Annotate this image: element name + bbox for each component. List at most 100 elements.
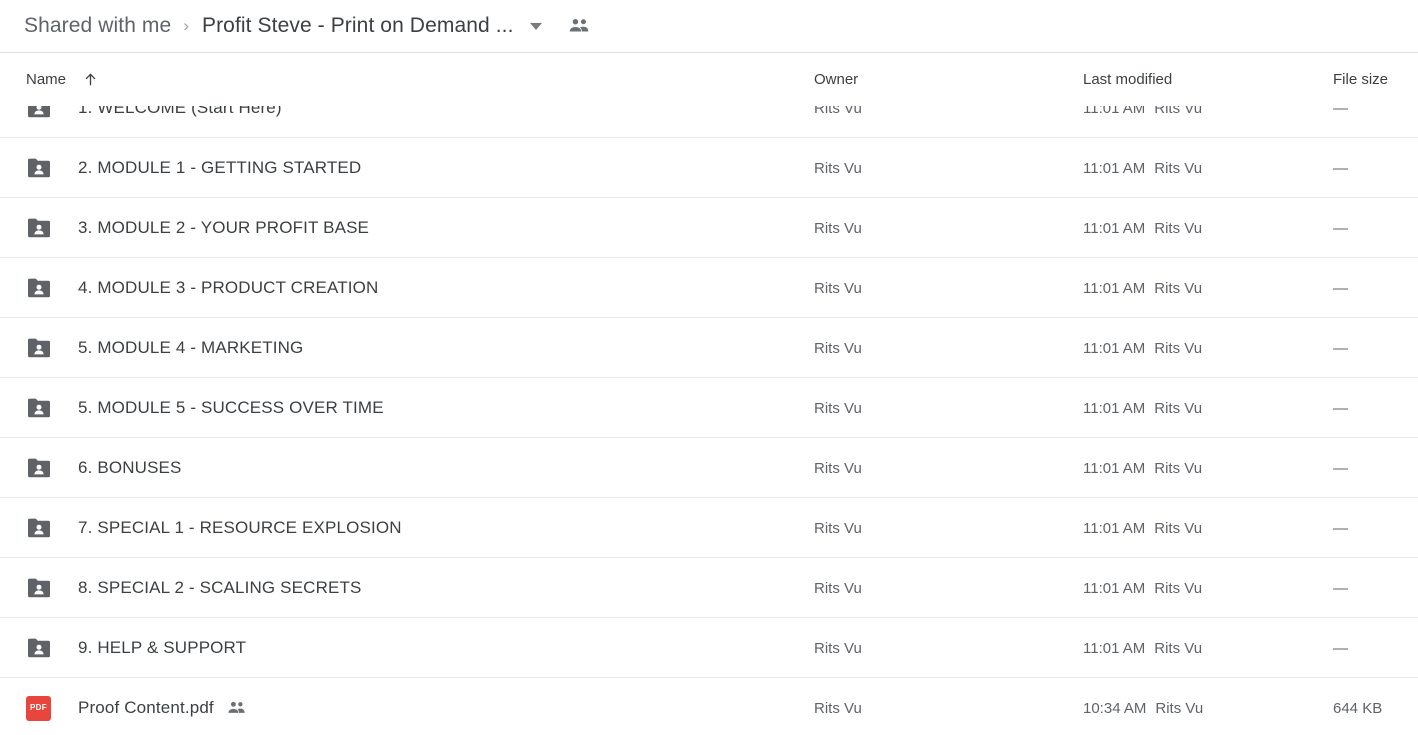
shared-folder-icon	[26, 157, 52, 179]
owner-label: Rits Vu	[814, 399, 862, 417]
owner-cell: Rits Vu	[814, 198, 862, 258]
file-size-label: —	[1333, 106, 1348, 117]
column-header-file-size-label: File size	[1333, 71, 1389, 88]
file-list-viewport[interactable]: 1. WELCOME (Start Here) Rits Vu 11:01 AM Ri…	[0, 106, 1418, 735]
last-modified-by: Rits Vu	[1154, 219, 1203, 237]
file-name-label: 8. SPECIAL 2 - SCALING SECRETS	[78, 578, 362, 597]
last-modified-cell: 11:01 AM Rits Vu	[1083, 558, 1202, 618]
people-shared-icon[interactable]	[568, 18, 590, 34]
shared-folder-icon	[26, 457, 52, 479]
last-modified-time: 11:01 AM	[1083, 399, 1146, 417]
owner-label: Rits Vu	[814, 339, 862, 357]
column-header-last-modified[interactable]: Last modified	[1083, 53, 1172, 106]
last-modified-cell: 11:01 AM Rits Vu	[1083, 318, 1202, 378]
owner-label: Rits Vu	[814, 579, 862, 597]
shared-folder-icon	[26, 337, 52, 359]
owner-cell: Rits Vu	[814, 618, 862, 678]
file-size-cell: —	[1333, 258, 1348, 318]
file-name-cell[interactable]: 3. MODULE 2 - YOUR PROFIT BASE	[78, 198, 369, 258]
file-type-icon	[26, 258, 52, 318]
table-row[interactable]: 4. MODULE 3 - PRODUCT CREATION Rits Vu 11:…	[0, 258, 1418, 318]
owner-cell: Rits Vu	[814, 318, 862, 378]
file-type-icon: PDF	[26, 678, 51, 735]
last-modified-cell: 11:01 AM Rits Vu	[1083, 138, 1202, 198]
file-size-cell: —	[1333, 198, 1348, 258]
file-name-cell[interactable]: 2. MODULE 1 - GETTING STARTED	[78, 138, 361, 198]
last-modified-time: 11:01 AM	[1083, 519, 1146, 537]
column-header-owner-label: Owner	[814, 71, 859, 88]
last-modified-time: 11:01 AM	[1083, 339, 1146, 357]
breadcrumb-current-folder[interactable]: Profit Steve - Print on Demand ...	[202, 14, 514, 38]
file-type-icon	[26, 618, 52, 678]
pdf-file-icon: PDF	[26, 695, 51, 721]
owner-cell: Rits Vu	[814, 258, 862, 318]
last-modified-by: Rits Vu	[1154, 159, 1203, 177]
shared-folder-icon	[26, 517, 52, 539]
file-list: 1. WELCOME (Start Here) Rits Vu 11:01 AM Ri…	[0, 106, 1418, 735]
file-type-icon	[26, 138, 52, 198]
column-header-last-modified-label: Last modified	[1083, 71, 1173, 88]
last-modified-cell: 11:01 AM Rits Vu	[1083, 198, 1202, 258]
last-modified-cell: 11:01 AM Rits Vu	[1083, 258, 1202, 318]
file-size-cell: —	[1333, 318, 1348, 378]
breadcrumb-root-link[interactable]: Shared with me	[24, 14, 171, 38]
column-header-file-size[interactable]: File size	[1333, 53, 1388, 106]
file-size-label: —	[1333, 399, 1348, 417]
file-name-cell[interactable]: 6. BONUSES	[78, 438, 182, 498]
table-row[interactable]: 2. MODULE 1 - GETTING STARTED Rits Vu 11:0…	[0, 138, 1418, 198]
last-modified-time: 11:01 AM	[1083, 106, 1146, 117]
file-name-cell[interactable]: 9. HELP & SUPPORT	[78, 618, 246, 678]
last-modified-by: Rits Vu	[1155, 699, 1204, 717]
column-header-row: Name Owner Last modified File size	[0, 53, 1418, 106]
file-name-cell[interactable]: 7. SPECIAL 1 - RESOURCE EXPLOSION	[78, 498, 402, 558]
file-name-label: 5. MODULE 5 - SUCCESS OVER TIME	[78, 398, 384, 417]
owner-cell: Rits Vu	[814, 106, 862, 138]
chevron-down-icon[interactable]	[529, 22, 542, 30]
file-name-cell[interactable]: 5. MODULE 4 - MARKETING	[78, 318, 303, 378]
last-modified-time: 11:01 AM	[1083, 219, 1146, 237]
table-row[interactable]: 3. MODULE 2 - YOUR PROFIT BASE Rits Vu 11:…	[0, 198, 1418, 258]
table-row[interactable]: 8. SPECIAL 2 - SCALING SECRETS Rits Vu 11:…	[0, 558, 1418, 618]
owner-cell: Rits Vu	[814, 678, 862, 735]
last-modified-by: Rits Vu	[1154, 519, 1203, 537]
file-type-icon	[26, 378, 52, 438]
column-header-owner[interactable]: Owner	[814, 53, 858, 106]
last-modified-time: 11:01 AM	[1083, 579, 1146, 597]
file-type-icon	[26, 198, 52, 258]
table-row[interactable]: 7. SPECIAL 1 - RESOURCE EXPLOSION Rits Vu…	[0, 498, 1418, 558]
breadcrumb-separator-icon: ›	[183, 15, 189, 35]
column-header-name[interactable]: Name	[26, 53, 98, 106]
last-modified-cell: 11:01 AM Rits Vu	[1083, 438, 1202, 498]
table-row[interactable]: 5. MODULE 4 - MARKETING Rits Vu 11:01 AM Ri…	[0, 318, 1418, 378]
last-modified-by: Rits Vu	[1154, 579, 1203, 597]
file-size-cell: —	[1333, 438, 1348, 498]
last-modified-by: Rits Vu	[1154, 459, 1203, 477]
table-row[interactable]: 6. BONUSES Rits Vu 11:01 AM Rits Vu —	[0, 438, 1418, 498]
file-size-cell: —	[1333, 558, 1348, 618]
file-size-label: —	[1333, 339, 1348, 357]
table-row[interactable]: 9. HELP & SUPPORT Rits Vu 11:01 AM Rits Vu —	[0, 618, 1418, 678]
table-row[interactable]: 5. MODULE 5 - SUCCESS OVER TIME Rits Vu 11…	[0, 378, 1418, 438]
file-name-cell[interactable]: 1. WELCOME (Start Here)	[78, 106, 282, 138]
file-name-cell[interactable]: Proof Content.pdf	[78, 678, 246, 735]
owner-cell: Rits Vu	[814, 138, 862, 198]
owner-label: Rits Vu	[814, 699, 862, 717]
file-size-label: —	[1333, 279, 1348, 297]
file-size-label: —	[1333, 639, 1348, 657]
file-name-cell[interactable]: 4. MODULE 3 - PRODUCT CREATION	[78, 258, 378, 318]
table-row[interactable]: PDF Proof Content.pdf Rits Vu 10:34 AM Rits …	[0, 678, 1418, 735]
file-size-label: —	[1333, 519, 1348, 537]
file-name-cell[interactable]: 5. MODULE 5 - SUCCESS OVER TIME	[78, 378, 384, 438]
last-modified-by: Rits Vu	[1154, 106, 1203, 117]
table-row[interactable]: 1. WELCOME (Start Here) Rits Vu 11:01 AM Ri…	[0, 106, 1418, 138]
owner-cell: Rits Vu	[814, 378, 862, 438]
file-size-label: —	[1333, 219, 1348, 237]
file-name-label: 2. MODULE 1 - GETTING STARTED	[78, 158, 362, 177]
last-modified-by: Rits Vu	[1154, 639, 1203, 657]
owner-cell: Rits Vu	[814, 558, 862, 618]
last-modified-time: 10:34 AM	[1083, 699, 1147, 717]
file-name-cell[interactable]: 8. SPECIAL 2 - SCALING SECRETS	[78, 558, 362, 618]
sort-ascending-icon[interactable]	[83, 72, 98, 87]
owner-label: Rits Vu	[814, 106, 862, 117]
people-shared-icon[interactable]	[227, 701, 246, 715]
